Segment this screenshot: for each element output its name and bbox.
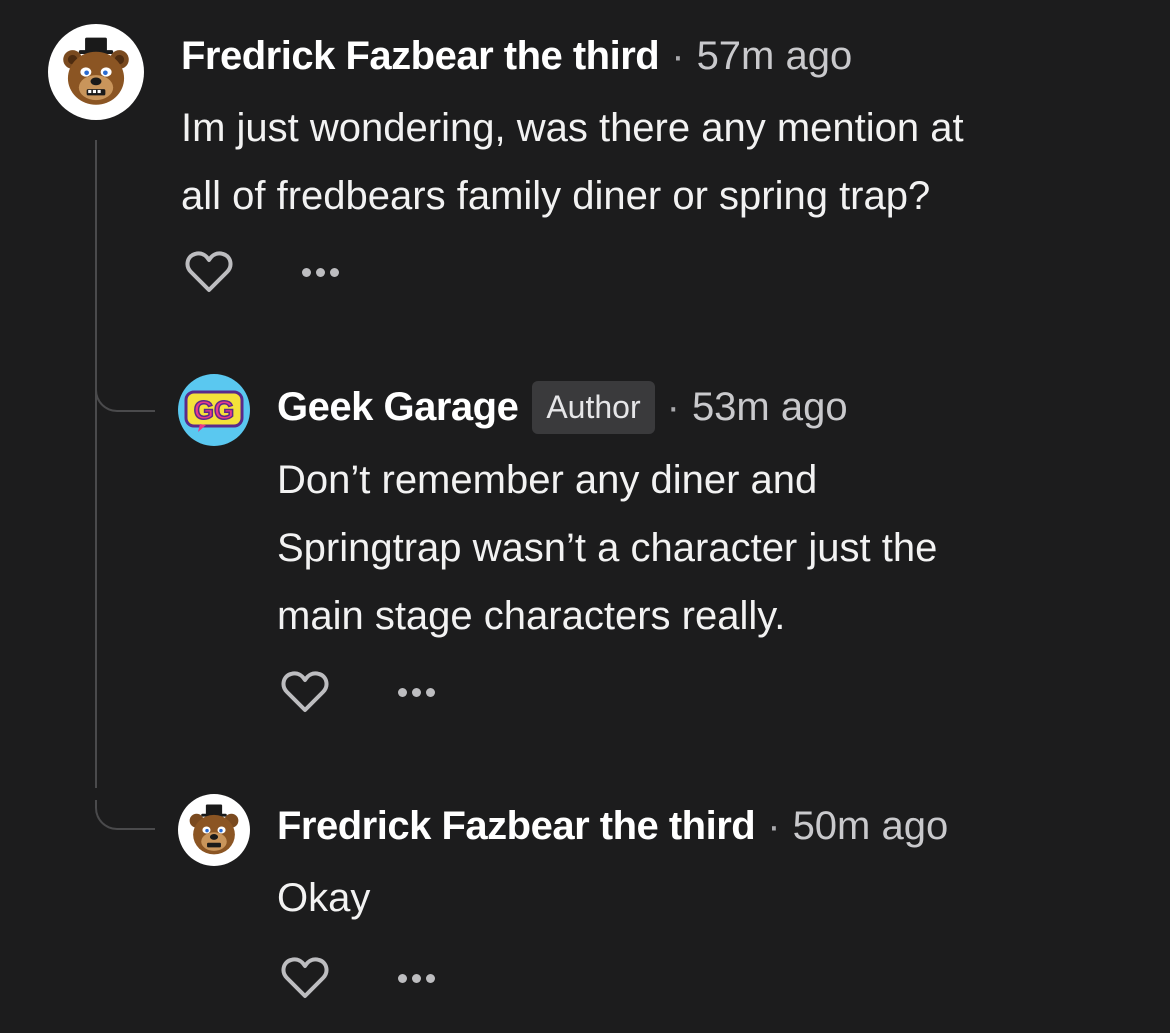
heart-icon xyxy=(185,251,233,292)
svg-text:GG: GG xyxy=(194,395,234,425)
author-badge: Author xyxy=(532,380,655,434)
gg-logo-icon: GG xyxy=(184,390,244,432)
comment-text-line: Okay xyxy=(277,876,371,920)
comment-header: Geek Garage Author · 53m ago xyxy=(277,376,848,438)
avatar[interactable] xyxy=(48,24,144,120)
comment-text-line: Im just wondering, was there any mention… xyxy=(181,106,964,150)
comment-text: Okay xyxy=(277,864,370,932)
comment-text-line: Don’t remember any diner and xyxy=(277,458,818,502)
comment-text: Im just wondering, was there any mention… xyxy=(181,94,964,230)
author-name[interactable]: Fredrick Fazbear the third xyxy=(181,34,660,79)
avatar[interactable]: GG xyxy=(178,374,250,446)
thread-branch-reply-2 xyxy=(95,800,155,830)
comment-actions xyxy=(184,250,339,294)
avatar[interactable] xyxy=(178,794,250,866)
freddy-bear-icon xyxy=(189,804,239,855)
comment-actions xyxy=(280,670,435,714)
author-name[interactable]: Geek Garage xyxy=(277,385,519,430)
thread-line xyxy=(95,140,97,788)
more-options-button[interactable] xyxy=(398,670,435,714)
comment-header: Fredrick Fazbear the third · 57m ago xyxy=(181,32,852,80)
timestamp: 57m ago xyxy=(696,33,853,78)
freddy-bear-icon xyxy=(63,37,129,105)
comment-text-line: main stage characters really. xyxy=(277,594,786,638)
separator-dot: · xyxy=(767,803,781,848)
timestamp: 50m ago xyxy=(792,803,949,848)
more-options-icon xyxy=(398,973,407,983)
comment-text: Don’t remember any diner and Springtrap … xyxy=(277,446,937,650)
timestamp: 53m ago xyxy=(691,384,848,429)
author-name[interactable]: Fredrick Fazbear the third xyxy=(277,804,756,849)
comment-text-line: Springtrap wasn’t a character just the xyxy=(277,526,938,570)
comment-text-line: all of fredbears family diner or spring … xyxy=(181,174,931,218)
heart-icon xyxy=(281,957,329,998)
separator-dot: · xyxy=(671,33,685,78)
heart-icon xyxy=(281,671,329,712)
more-options-button[interactable] xyxy=(302,250,339,294)
more-options-icon xyxy=(398,687,407,697)
like-button[interactable] xyxy=(280,670,330,714)
more-options-icon xyxy=(302,267,311,277)
separator-dot: · xyxy=(666,384,680,429)
like-button[interactable] xyxy=(184,250,234,294)
more-options-button[interactable] xyxy=(398,956,435,1000)
comment-actions xyxy=(280,956,435,1000)
comment-header: Fredrick Fazbear the third · 50m ago xyxy=(277,802,948,850)
thread-branch-reply-1 xyxy=(95,382,155,412)
like-button[interactable] xyxy=(280,956,330,1000)
